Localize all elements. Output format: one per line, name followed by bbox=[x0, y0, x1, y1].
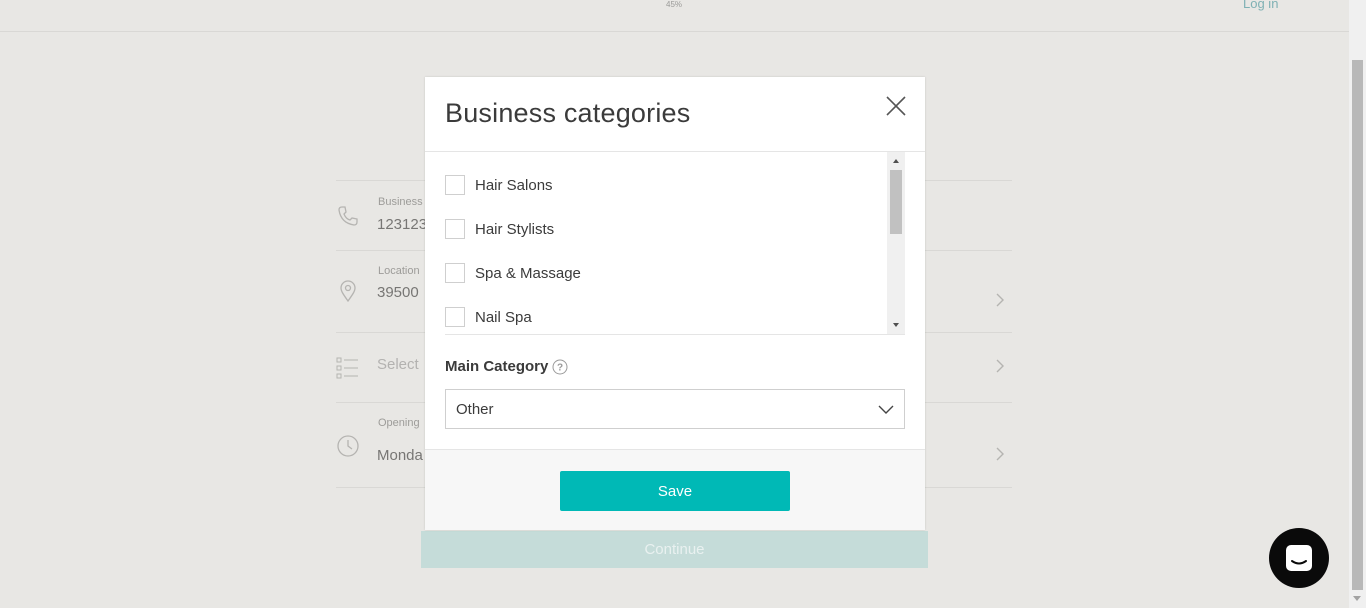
chevron-right-icon bbox=[996, 293, 1004, 307]
category-item-spa-massage[interactable]: Spa & Massage bbox=[445, 262, 581, 284]
phone-field-value: 123123 bbox=[377, 216, 428, 233]
modal-title: Business categories bbox=[445, 98, 691, 128]
category-checkbox[interactable] bbox=[445, 307, 465, 327]
category-item-hair-stylists[interactable]: Hair Stylists bbox=[445, 218, 554, 240]
chevron-right-icon bbox=[996, 359, 1004, 373]
scroll-up-arrow-icon[interactable] bbox=[893, 159, 899, 163]
top-bar: 45% Log in bbox=[0, 0, 1349, 32]
svg-text:?: ? bbox=[557, 362, 563, 373]
category-item-nail-spa[interactable]: Nail Spa bbox=[445, 306, 532, 328]
category-item-hair-salons[interactable]: Hair Salons bbox=[445, 174, 553, 196]
page-scroll-thumb[interactable] bbox=[1352, 60, 1363, 590]
hours-field-value: Monda bbox=[377, 447, 423, 464]
list-icon bbox=[336, 357, 358, 379]
close-icon[interactable] bbox=[885, 95, 907, 117]
category-label: Hair Salons bbox=[475, 176, 553, 194]
main-category-value: Other bbox=[456, 400, 494, 418]
main-category-heading: Main Category ? bbox=[445, 358, 568, 375]
main-category-label: Main Category bbox=[445, 358, 549, 375]
location-field-label: Location bbox=[378, 265, 420, 277]
category-field-placeholder: Select bbox=[377, 356, 419, 373]
phone-field-label: Business bbox=[378, 196, 423, 208]
help-icon[interactable]: ? bbox=[552, 359, 568, 375]
category-checkbox[interactable] bbox=[445, 263, 465, 283]
scroll-down-arrow-icon[interactable] bbox=[1353, 596, 1361, 601]
category-list[interactable]: Hair Salons Hair Stylists Spa & Massage … bbox=[445, 152, 905, 335]
page-scrollbar[interactable] bbox=[1349, 0, 1366, 608]
progress-label: 45% bbox=[666, 0, 683, 9]
chat-launcher-button[interactable] bbox=[1269, 528, 1329, 588]
login-link[interactable]: Log in bbox=[1243, 0, 1278, 11]
scroll-down-arrow-icon[interactable] bbox=[893, 323, 899, 327]
category-list-scrollbar[interactable] bbox=[887, 152, 905, 334]
chat-icon bbox=[1286, 545, 1312, 571]
chevron-down-icon bbox=[878, 405, 894, 414]
location-field-value: 39500 bbox=[377, 284, 419, 301]
main-category-select[interactable]: Other bbox=[445, 389, 905, 429]
category-label: Hair Stylists bbox=[475, 220, 555, 238]
category-label: Spa & Massage bbox=[475, 264, 581, 282]
business-categories-modal: Business categories Hair Salons Hair Sty… bbox=[425, 77, 925, 530]
category-checkbox[interactable] bbox=[445, 175, 465, 195]
location-pin-icon bbox=[340, 280, 356, 303]
modal-footer: Save bbox=[425, 449, 925, 530]
category-list-scroll-thumb[interactable] bbox=[890, 170, 902, 234]
chevron-right-icon bbox=[996, 447, 1004, 461]
clock-icon bbox=[337, 435, 359, 457]
save-button[interactable]: Save bbox=[560, 471, 790, 511]
continue-button[interactable]: Continue bbox=[421, 531, 928, 568]
category-label: Nail Spa bbox=[475, 308, 532, 326]
category-checkbox[interactable] bbox=[445, 219, 465, 239]
hours-field-label: Opening bbox=[378, 417, 420, 429]
phone-icon bbox=[338, 206, 358, 226]
